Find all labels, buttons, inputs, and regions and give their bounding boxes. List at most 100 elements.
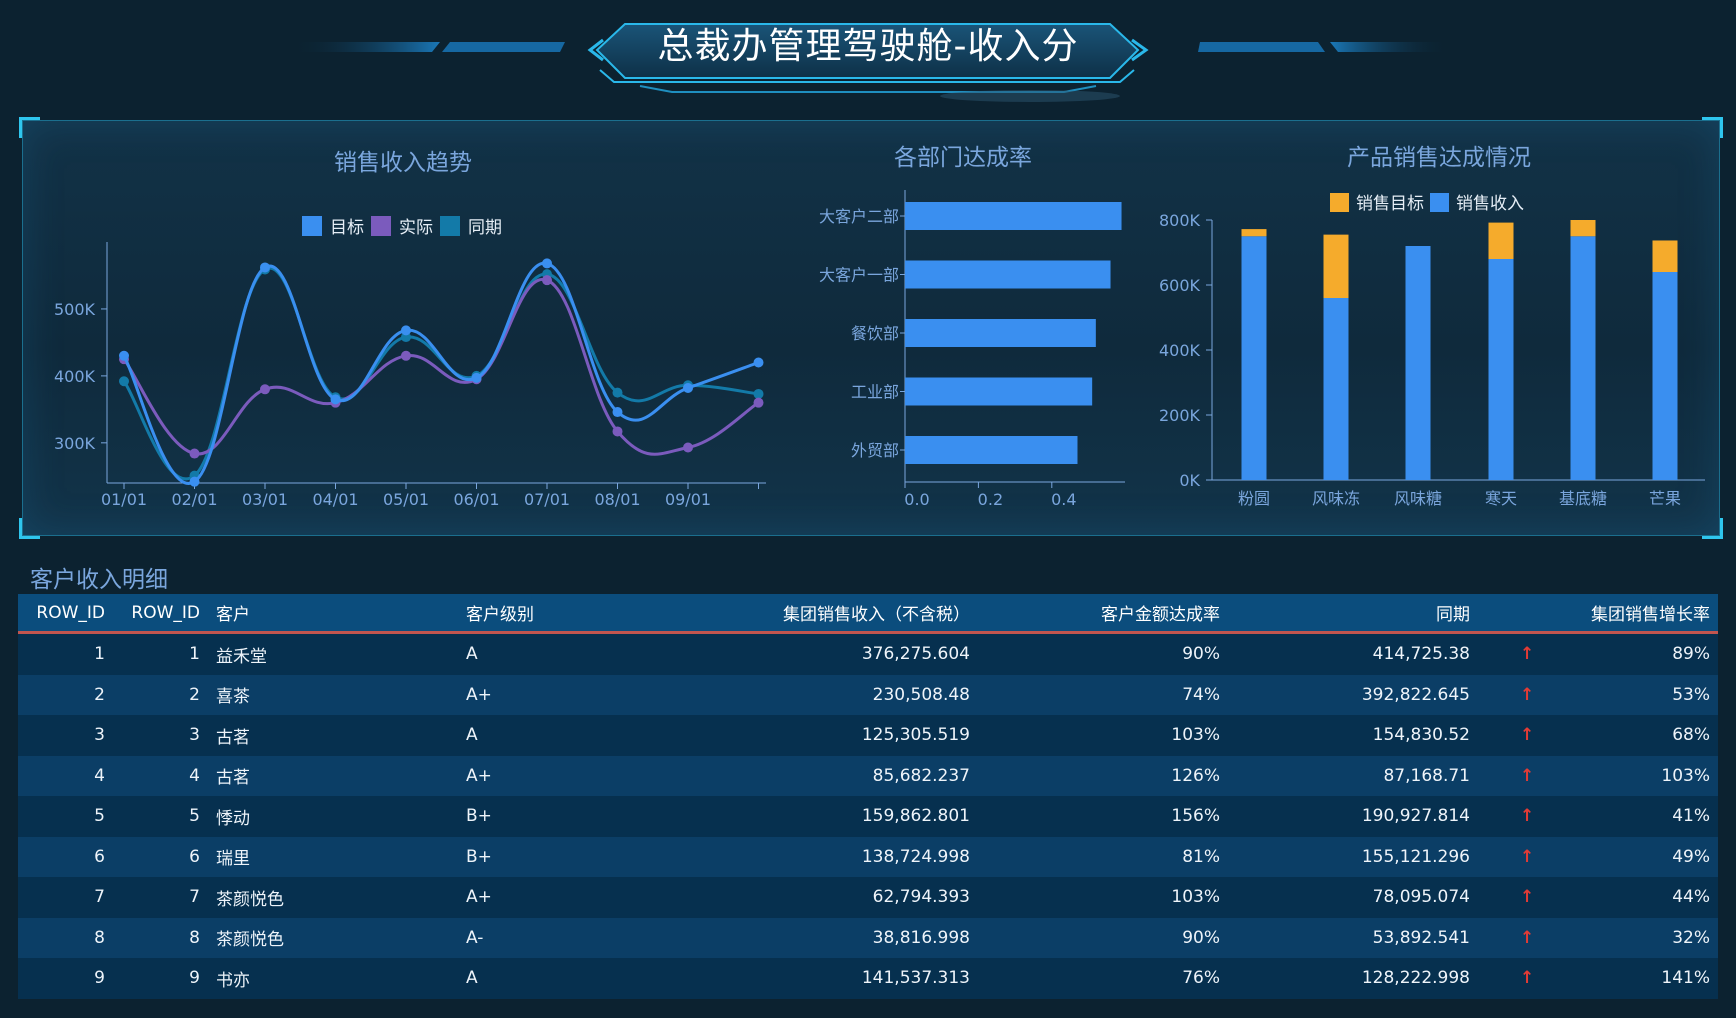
product-bar-target[interactable]	[1241, 229, 1267, 237]
cell-growth-rate: ↑ 141%	[1478, 958, 1718, 999]
col-header-customer[interactable]: 客户	[208, 594, 458, 634]
col-header-row-id-2[interactable]: ROW_ID	[113, 594, 208, 634]
cell-achievement-rate: 156%	[1171, 806, 1220, 827]
cell-achievement-rate: 126%	[1171, 765, 1220, 786]
cell-row-id: 3	[94, 725, 105, 746]
cell-row-id-2: 3	[189, 725, 200, 746]
table-row[interactable]: 7 7 茶颜悦色 A+ 62,794.393 103% 78,095.074 ↑ 44%	[18, 877, 1718, 918]
col-header-row-id[interactable]: ROW_ID	[18, 594, 113, 634]
product-y-tick-label: 400K	[1159, 341, 1201, 360]
growth-rate-value: 41%	[1672, 806, 1710, 827]
table-row[interactable]: 5 5 悸动 B+ 159,862.801 156% 190,927.814 ↑ 41%	[18, 796, 1718, 837]
cell-growth-rate: ↑ 89%	[1478, 633, 1718, 675]
table-row[interactable]: 4 4 古茗 A+ 85,682.237 126% 87,168.71 ↑ 103%	[18, 755, 1718, 796]
product-category-label: 风味糖	[1394, 489, 1442, 508]
customer-revenue-table: ROW_ID ROW_ID 客户 客户级别 集团销售收入（不含税） 客户金额达成…	[18, 594, 1718, 1018]
up-arrow-icon: ↑	[1520, 968, 1535, 989]
col-header-prior-period[interactable]: 同期	[1228, 594, 1478, 634]
up-arrow-icon: ↑	[1520, 725, 1535, 746]
cell-achievement-rate: 74%	[1182, 684, 1220, 705]
growth-rate-value: 103%	[1661, 765, 1710, 786]
cell-growth-rate: ↑ 49%	[1478, 837, 1718, 878]
legend-label-sales-target[interactable]: 销售目标	[1356, 194, 1424, 214]
cell-row-id-2: 9	[189, 968, 200, 989]
cell-row-id-2: 4	[189, 765, 200, 786]
table-row[interactable]: 6 6 瑞里 B+ 138,724.998 81% 155,121.296 ↑ 49%	[18, 836, 1718, 878]
product-bar-target[interactable]	[1488, 222, 1514, 259]
cell-growth-rate: ↑ 44%	[1478, 877, 1718, 918]
product-bar-revenue[interactable]	[1241, 236, 1267, 480]
product-bar-target[interactable]	[1323, 234, 1349, 298]
product-bar-revenue[interactable]	[1570, 236, 1596, 480]
cell-growth-rate: ↑ 53%	[1478, 675, 1718, 716]
cell-prior-period: 392,822.645	[1361, 684, 1470, 705]
product-category-label: 粉圆	[1238, 489, 1270, 508]
legend-swatch-sales-target[interactable]	[1330, 193, 1349, 212]
cell-group-revenue: 230,508.48	[872, 684, 970, 705]
cell-achievement-rate: 103%	[1171, 725, 1220, 746]
growth-rate-value: 141%	[1661, 968, 1710, 989]
cell-achievement-rate: 103%	[1171, 887, 1220, 908]
legend-swatch-sales-revenue[interactable]	[1430, 193, 1449, 212]
cell-achievement-rate: 90%	[1182, 644, 1220, 665]
up-arrow-icon: ↑	[1520, 846, 1535, 867]
cell-customer: 古茗	[216, 727, 250, 748]
product-bar-revenue[interactable]	[1405, 246, 1431, 480]
table-row[interactable]: 8 8 茶颜悦色 A- 38,816.998 90% 53,892.541 ↑ 32%	[18, 917, 1718, 959]
growth-rate-value: 89%	[1672, 644, 1710, 665]
cell-row-id-2: 8	[189, 927, 200, 948]
cell-group-revenue: 159,862.801	[861, 806, 970, 827]
cell-row-id: 6	[94, 846, 105, 867]
cell-prior-period: 128,222.998	[1361, 968, 1470, 989]
legend-label-sales-revenue[interactable]: 销售收入	[1456, 194, 1524, 214]
cell-customer: 茶颜悦色	[216, 930, 284, 951]
product-bar-revenue[interactable]	[1488, 259, 1514, 480]
cell-row-id: 1	[94, 644, 105, 665]
product-category-label: 风味冻	[1312, 489, 1360, 508]
cell-customer: 古茗	[216, 768, 250, 789]
product-bar-target[interactable]	[1652, 240, 1678, 272]
cell-growth-rate: ↑ 32%	[1478, 918, 1718, 959]
cell-row-id: 2	[94, 684, 105, 705]
cell-customer: 书亦	[216, 970, 250, 991]
cell-customer-level: A+	[466, 765, 492, 786]
growth-rate-value: 53%	[1672, 684, 1710, 705]
product-category-label: 基底糖	[1559, 489, 1607, 508]
cell-row-id-2: 5	[189, 806, 200, 827]
cell-achievement-rate: 81%	[1182, 846, 1220, 867]
cell-growth-rate: ↑ 41%	[1478, 796, 1718, 837]
cell-prior-period: 87,168.71	[1383, 765, 1470, 786]
cell-prior-period: 155,121.296	[1361, 846, 1470, 867]
table-row[interactable]: 2 2 喜茶 A+ 230,508.48 74% 392,822.645 ↑ 53%	[18, 674, 1718, 716]
cell-row-id-2: 7	[189, 887, 200, 908]
col-header-customer-level[interactable]: 客户级别	[458, 594, 618, 634]
cell-customer-level: A+	[466, 887, 492, 908]
table-row[interactable]: 1 1 益禾堂 A 376,275.604 90% 414,725.38 ↑ 89%	[18, 632, 1718, 675]
table-row[interactable]: 9 9 书亦 A 141,537.313 76% 128,222.998 ↑ 141%	[18, 958, 1718, 999]
up-arrow-icon: ↑	[1520, 684, 1535, 705]
col-header-group-revenue[interactable]: 集团销售收入（不含税）	[618, 594, 978, 634]
cell-customer: 悸动	[216, 808, 250, 829]
cell-group-revenue: 62,794.393	[872, 887, 970, 908]
cell-customer-level: A	[466, 644, 478, 665]
product-y-tick-label: 800K	[1159, 211, 1201, 230]
cell-row-id: 7	[94, 887, 105, 908]
up-arrow-icon: ↑	[1520, 927, 1535, 948]
cell-row-id: 4	[94, 765, 105, 786]
product-bar-revenue[interactable]	[1323, 298, 1349, 480]
product-bar-revenue[interactable]	[1652, 272, 1678, 480]
product-bar-target[interactable]	[1570, 220, 1596, 237]
product-y-tick-label: 200K	[1159, 406, 1201, 425]
col-header-achievement-rate[interactable]: 客户金额达成率	[978, 594, 1228, 634]
col-header-growth-rate[interactable]: 集团销售增长率	[1478, 594, 1718, 634]
cell-customer: 喜茶	[216, 687, 250, 708]
growth-rate-value: 44%	[1672, 887, 1710, 908]
cell-prior-period: 78,095.074	[1372, 887, 1470, 908]
cell-customer: 瑞里	[216, 849, 250, 870]
cell-customer-level: A+	[466, 684, 492, 705]
table-row[interactable]: 3 3 古茗 A 125,305.519 103% 154,830.52 ↑ 68%	[18, 715, 1718, 756]
product-legend[interactable]: 销售目标 销售收入	[1330, 193, 1524, 214]
cell-group-revenue: 138,724.998	[861, 846, 970, 867]
cell-group-revenue: 141,537.313	[861, 968, 970, 989]
cell-prior-period: 190,927.814	[1361, 806, 1470, 827]
